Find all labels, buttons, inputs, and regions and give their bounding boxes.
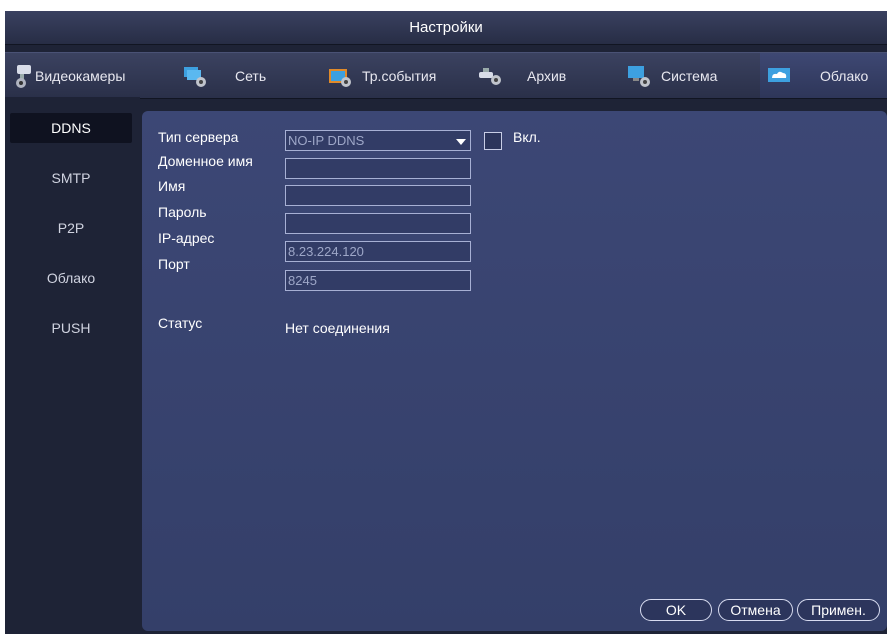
password-label: Пароль <box>158 204 207 220</box>
tab-cloud[interactable]: Облако <box>760 53 887 98</box>
tab-label: Видеокамеры <box>35 67 126 84</box>
port-label: Порт <box>158 256 190 272</box>
enable-label: Вкл. <box>513 129 541 145</box>
tab-archive[interactable]: Архив <box>471 53 606 98</box>
ok-button[interactable]: OK <box>640 599 712 621</box>
tab-system[interactable]: Система <box>619 53 759 98</box>
tab-network[interactable]: Сеть <box>175 53 295 98</box>
status-value: Нет соединения <box>285 320 390 336</box>
enable-checkbox[interactable] <box>484 132 502 150</box>
sidebar-item-p2p[interactable]: P2P <box>10 213 132 243</box>
cancel-button[interactable]: Отмена <box>718 599 793 621</box>
tab-label: Система <box>661 67 718 84</box>
sidebar-item-smtp[interactable]: SMTP <box>10 163 132 193</box>
ddns-settings-panel: Тип сервера NO-IP DDNS Вкл. Доменное имя… <box>142 111 887 631</box>
server-type-value: NO-IP DDNS <box>288 133 365 148</box>
password-input[interactable] <box>285 213 471 234</box>
chevron-down-icon <box>456 139 466 145</box>
network-settings-icon <box>184 66 206 87</box>
tab-label: Тр.события <box>362 67 437 84</box>
window-title: Настройки <box>5 11 887 45</box>
cloud-icon <box>768 67 790 82</box>
events-settings-icon <box>329 68 351 87</box>
name-input[interactable] <box>285 185 471 206</box>
sidebar-item-cloud[interactable]: Облако <box>10 263 132 293</box>
tab-label: Облако <box>820 67 869 84</box>
tab-events[interactable]: Тр.события <box>320 53 460 98</box>
archive-settings-icon <box>479 67 501 85</box>
settings-window: Настройки Видеокамеры Сеть Тр.события Ар… <box>5 11 887 634</box>
system-settings-icon <box>628 65 650 87</box>
name-label: Имя <box>158 178 186 194</box>
tab-cameras[interactable]: Видеокамеры <box>5 53 157 98</box>
server-type-select[interactable]: NO-IP DDNS <box>285 130 471 151</box>
apply-button[interactable]: Примен. <box>797 599 880 621</box>
status-label: Статус <box>158 315 203 331</box>
sidebar-item-push[interactable]: PUSH <box>10 313 132 343</box>
domain-label: Доменное имя <box>158 153 253 169</box>
settings-sidebar: DDNS SMTP P2P Облако PUSH <box>5 97 140 634</box>
sidebar-item-ddns[interactable]: DDNS <box>10 113 132 143</box>
port-input[interactable]: 8245 <box>285 270 471 291</box>
ip-address-label: IP-адрес <box>158 230 215 246</box>
settings-tab-bar: Видеокамеры Сеть Тр.события Архив Систем… <box>5 52 887 99</box>
domain-input[interactable] <box>285 158 471 179</box>
ip-address-input[interactable]: 8.23.224.120 <box>285 241 471 262</box>
tab-label: Архив <box>527 67 567 84</box>
server-type-label: Тип сервера <box>158 129 239 145</box>
tab-label: Сеть <box>235 67 267 84</box>
